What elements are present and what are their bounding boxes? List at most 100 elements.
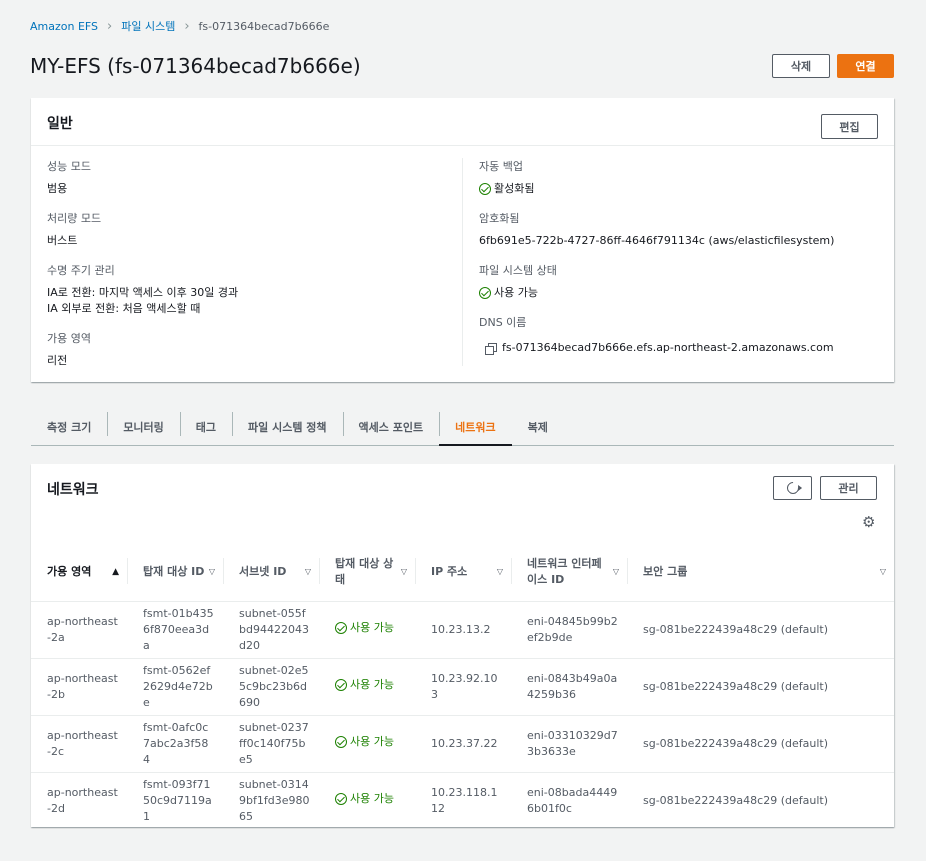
cell-mount-target-id: fsmt-0562ef2629d4e72be [127,658,223,716]
cell-security-group: sg-081be222439a48c29 (default) [643,793,828,807]
col-ip-address[interactable]: IP 주소 ▽ [415,544,511,602]
check-circle-icon [335,736,347,748]
tab-network[interactable]: 네트워크 [439,408,513,446]
throughput-mode: 처리량 모드 버스트 [47,210,101,249]
availability-zone-label: 가용 영역 [47,332,91,345]
cell-subnet-id: subnet-03149bf1fd3e98065 [239,777,310,823]
encryption-value: 6fb691e5-722b-4727-86ff-4646f791134c (aw… [479,234,835,247]
col-az[interactable]: 가용 영역 ▲ [31,544,127,602]
network-panel: 네트워크 관리 ⚙ 가용 영역 ▲ 탑재 대상 ID ▽ 서브넷 ID ▽ 탑재 대상… [31,464,894,827]
table-row: ap-northeast-2c fsmt-0afc0c7abc2a3f584 s… [31,715,894,773]
tab-monitoring[interactable]: 모니터링 [107,408,179,445]
auto-backup-label: 자동 백업 [479,160,523,173]
tab-replication[interactable]: 복제 [512,408,564,445]
check-circle-icon [335,793,347,806]
auto-backup-value: 활성화됨 [479,181,534,197]
delete-button[interactable]: 삭제 [772,54,830,78]
table-row: ap-northeast-2d fsmt-093f7150c9d7119a1 s… [31,772,894,829]
lifecycle-label: 수명 주기 관리 [47,264,115,277]
auto-backup: 자동 백업 활성화됨 [479,158,534,198]
cell-mount-target-id: fsmt-093f7150c9d7119a1 [143,777,212,823]
tab-access-points[interactable]: 액세스 포인트 [342,408,440,445]
sort-icon: ▽ [879,567,886,577]
tab-bar: 측정 크기 모니터링 태그 파일 시스템 정책 액세스 포인트 네트워크 복제 [31,408,894,446]
check-circle-icon [335,622,347,634]
copy-icon[interactable] [485,342,497,355]
fs-state: 파일 시스템 상태 사용 가능 [479,262,557,302]
cell-az: ap-northeast-2a [31,601,127,659]
auto-backup-status: 활성화됨 [494,182,535,195]
cell-state: 사용 가능 [319,601,415,659]
cell-security-group: sg-081be222439a48c29 (default) [627,601,894,659]
table-row: ap-northeast-2b fsmt-0562ef2629d4e72be s… [31,658,894,716]
lifecycle-out-ia: IA 외부로 전환: 처음 액세스할 때 [47,302,201,315]
check-circle-icon [335,679,347,691]
cell-eni-id: eni-04845b99b2ef2b9de [511,601,627,659]
lifecycle: 수명 주기 관리 IA로 전환: 마지막 액세스 이후 30일 경과 IA 외부… [47,262,238,317]
sort-icon: ▽ [612,567,619,577]
chevron-right-icon: › [107,18,113,34]
breadcrumb-filesystems[interactable]: 파일 시스템 [121,18,175,34]
cell-eni-id: eni-0843b49a0a4259b36 [511,658,627,716]
dns-name-label: DNS 이름 [479,316,527,329]
cell-eni-id: eni-03310329d73b3633e [511,715,627,773]
breadcrumb-current: fs-071364becad7b666e [198,19,330,33]
cell-state: 사용 가능 [319,658,415,716]
col-subnet-id[interactable]: 서브넷 ID ▽ [223,544,319,602]
breadcrumb: Amazon EFS › 파일 시스템 › fs-071364becad7b66… [30,18,329,34]
tab-metering[interactable]: 측정 크기 [31,408,107,445]
col-mount-target-state[interactable]: 탑재 대상 상태 ▽ [319,544,415,602]
fs-state-label: 파일 시스템 상태 [479,264,557,277]
fs-state-value: 사용 가능 [479,285,538,301]
edit-button[interactable]: 편집 [821,114,878,139]
cell-az: ap-northeast-2c [31,715,127,773]
cell-az: ap-northeast-2d [47,785,118,815]
cell-security-group: sg-081be222439a48c29 (default) [627,715,894,773]
cell-subnet-id: subnet-055fbd94422043d20 [223,601,319,659]
general-panel: 일반 편집 성능 모드 범용 처리량 모드 버스트 수명 주기 관리 IA로 전… [31,98,894,382]
table-row: ap-northeast-2a fsmt-01b4356f870eea3da s… [31,601,894,659]
chevron-right-icon: › [184,18,190,34]
cell-ip: 10.23.92.103 [415,658,511,716]
tab-fs-policy[interactable]: 파일 시스템 정책 [232,408,343,445]
manage-button[interactable]: 관리 [820,476,877,500]
col-eni-id[interactable]: 네트워크 인터페이스 ID ▽ [511,544,627,602]
sort-icon: ▽ [208,567,215,577]
refresh-button[interactable] [773,476,812,500]
column-divider [462,158,463,366]
encryption-label: 암호화됨 [479,212,520,225]
throughput-mode-value: 버스트 [47,234,78,247]
performance-mode-label: 성능 모드 [47,160,91,173]
cell-mount-target-id: fsmt-0afc0c7abc2a3f584 [127,715,223,773]
cell-ip: 10.23.13.2 [415,601,511,659]
cell-subnet-id: subnet-0237ff0c140f75be5 [223,715,319,773]
dns-name-value: fs-071364becad7b666e.efs.ap-northeast-2.… [479,340,834,356]
sort-asc-icon: ▲ [112,567,119,578]
lifecycle-to-ia: IA로 전환: 마지막 액세스 이후 30일 경과 [47,286,239,299]
connect-button[interactable]: 연결 [837,54,894,78]
cell-ip: 10.23.37.22 [415,715,511,773]
tab-tags[interactable]: 태그 [179,408,232,445]
availability-zone: 가용 영역 리전 [47,330,91,369]
cell-subnet-id: subnet-02e55c9bc23b6d690 [223,658,319,716]
general-heading: 일반 [47,116,73,132]
table-header-row: 가용 영역 ▲ 탑재 대상 ID ▽ 서브넷 ID ▽ 탑재 대상 상태 ▽ IP 주소… [31,544,894,602]
performance-mode: 성능 모드 범용 [47,158,91,197]
general-header: 일반 편집 [31,98,894,146]
gear-icon[interactable]: ⚙ [862,513,875,531]
throughput-mode-label: 처리량 모드 [47,212,102,225]
encryption: 암호화됨 6fb691e5-722b-4727-86ff-4646f791134… [479,210,834,249]
cell-mount-target-id: fsmt-01b4356f870eea3da [127,601,223,659]
cell-ip: 10.23.118.112 [431,785,498,815]
page-title: MY-EFS (fs-071364becad7b666e) [30,54,361,78]
col-security-group[interactable]: 보안 그룹 ▽ [627,544,894,602]
availability-zone-value: 리전 [47,354,68,367]
refresh-icon [784,479,801,497]
col-mount-target-id[interactable]: 탑재 대상 ID ▽ [127,544,223,602]
performance-mode-value: 범용 [47,182,68,195]
check-circle-icon [479,287,491,299]
check-circle-icon [479,183,491,195]
breadcrumb-efs[interactable]: Amazon EFS [30,20,98,33]
cell-state: 사용 가능 [319,772,415,829]
sort-icon: ▽ [304,567,311,577]
